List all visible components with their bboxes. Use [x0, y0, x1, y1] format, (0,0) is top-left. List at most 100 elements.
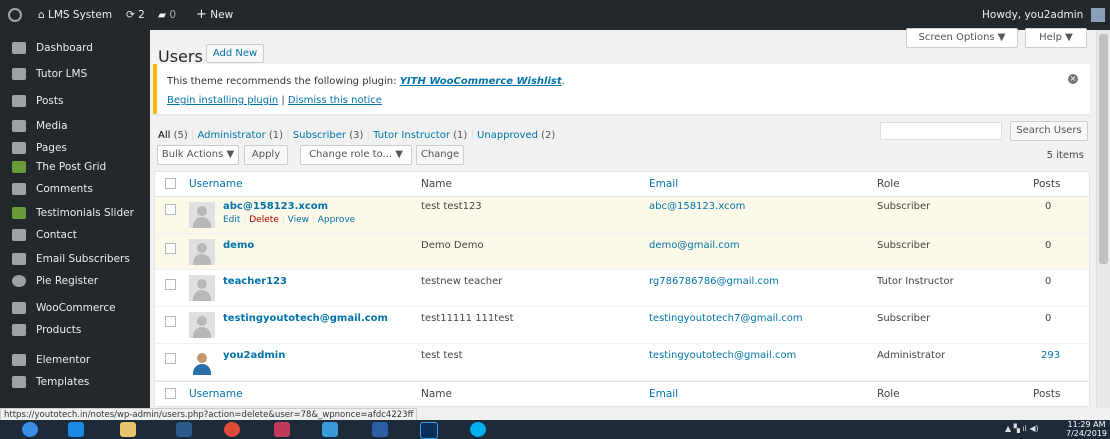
plus-icon: +: [196, 7, 207, 22]
media-player-icon[interactable]: [176, 422, 192, 437]
sidebar-item-tutor-lms[interactable]: Tutor LMS: [0, 62, 150, 86]
sidebar-item-pie-register[interactable]: Pie Register: [0, 269, 150, 293]
screen-options-button[interactable]: Screen Options ▼: [906, 28, 1018, 48]
filter-unapproved[interactable]: Unapproved (2): [477, 130, 555, 141]
user-email[interactable]: testingyoutotech7@gmail.com: [649, 313, 803, 324]
site-name-link[interactable]: ⌂ LMS System: [38, 0, 112, 30]
user-email[interactable]: rg786786786@gmail.com: [649, 276, 779, 287]
sidebar-item-comments[interactable]: Comments: [0, 177, 150, 201]
tutor-icon: [12, 68, 26, 80]
sidebar-item-testimonials-slider[interactable]: Testimonials Slider: [0, 201, 150, 225]
avatar: [189, 275, 215, 301]
start-icon[interactable]: [22, 422, 38, 437]
tray-icons[interactable]: ▲ ▚ ıl ◀): [1005, 424, 1039, 433]
username-link[interactable]: abc@158123.xcom: [223, 201, 328, 212]
user-name: test11111 111test: [421, 313, 514, 324]
skype-icon[interactable]: [470, 422, 486, 437]
close-icon[interactable]: ×: [1068, 74, 1078, 84]
column-email[interactable]: Email: [649, 178, 678, 190]
row-checkbox[interactable]: [165, 279, 176, 290]
new-content-link[interactable]: + New: [196, 0, 233, 30]
wordpress-logo-icon[interactable]: [8, 8, 22, 22]
photoshop-icon[interactable]: [420, 422, 438, 439]
wordpad-icon[interactable]: [372, 422, 388, 437]
user-name: Demo Demo: [421, 240, 484, 251]
row-checkbox[interactable]: [165, 316, 176, 327]
change-role-select[interactable]: Change role to... ▼: [300, 145, 412, 165]
clock[interactable]: 11:29 AM 7/24/2019: [1066, 420, 1107, 438]
column-name[interactable]: Name: [421, 178, 452, 190]
file-explorer-icon[interactable]: [120, 422, 136, 437]
sidebar-item-products[interactable]: Products: [0, 318, 150, 342]
scrollbar-thumb[interactable]: [1099, 34, 1108, 264]
filter-administrator[interactable]: Administrator (1): [198, 130, 284, 141]
comments-link[interactable]: ▰ 0: [158, 0, 176, 30]
select-all-checkbox[interactable]: [165, 178, 176, 189]
column-username[interactable]: Username: [189, 178, 243, 190]
user-posts: 0: [1045, 276, 1052, 287]
user-email[interactable]: testingyoutotech@gmail.com: [649, 350, 796, 361]
delete-link[interactable]: Delete: [249, 215, 279, 225]
avatar: [189, 349, 215, 375]
sidebar-item-woocommerce[interactable]: WooCommerce: [0, 296, 150, 320]
search-input[interactable]: [880, 122, 1002, 140]
row-checkbox[interactable]: [165, 204, 176, 215]
table-footer: Username Name Email Role Posts: [155, 381, 1089, 406]
user-email[interactable]: abc@158123.xcom: [649, 201, 745, 212]
search-users-button[interactable]: Search Users: [1010, 121, 1088, 141]
sidebar-item-dashboard[interactable]: Dashboard: [0, 36, 150, 60]
edit-link[interactable]: Edit: [223, 215, 240, 225]
sidebar-item-media[interactable]: Media: [0, 114, 150, 138]
apply-button[interactable]: Apply: [244, 145, 288, 165]
bulk-actions-select[interactable]: Bulk Actions ▼: [157, 145, 239, 165]
column-posts[interactable]: Posts: [1033, 178, 1060, 190]
change-button[interactable]: Change: [416, 145, 464, 165]
home-icon: ⌂: [38, 9, 45, 21]
sidebar-item-label: Testimonials Slider: [36, 207, 134, 219]
sidebar-item-email-subscribers[interactable]: Email Subscribers: [0, 247, 150, 271]
user-email[interactable]: demo@gmail.com: [649, 240, 740, 251]
sidebar-item-label: Tutor LMS: [36, 68, 88, 80]
filter-all[interactable]: All (5): [158, 130, 188, 141]
sidebar-item-posts[interactable]: Posts: [0, 89, 150, 113]
username-link[interactable]: you2admin: [223, 350, 285, 361]
sidebar-item-contact[interactable]: Contact: [0, 223, 150, 247]
username-link[interactable]: testingyoutotech@gmail.com: [223, 313, 388, 324]
page-scrollbar[interactable]: [1096, 30, 1110, 408]
sidebar-item-label: Media: [36, 120, 68, 132]
column-username[interactable]: Username: [189, 388, 243, 400]
add-new-button[interactable]: Add New: [206, 44, 264, 63]
select-all-checkbox[interactable]: [165, 388, 176, 399]
column-email[interactable]: Email: [649, 388, 678, 400]
username-link[interactable]: teacher123: [223, 276, 287, 287]
column-posts[interactable]: Posts: [1033, 388, 1060, 400]
approve-link[interactable]: Approve: [318, 215, 355, 225]
begin-install-link[interactable]: Begin installing plugin: [167, 95, 278, 106]
internet-explorer-icon[interactable]: [68, 422, 84, 437]
items-count: 5 items: [1046, 150, 1084, 161]
updates-link[interactable]: ⟳ 2: [126, 0, 145, 30]
filter-subscriber[interactable]: Subscriber (3): [293, 130, 364, 141]
table-header: Username Name Email Role Posts: [155, 172, 1089, 197]
dismiss-notice-link[interactable]: Dismiss this notice: [288, 95, 382, 106]
filter-tutor-instructor[interactable]: Tutor Instructor (1): [373, 130, 467, 141]
sidebar-item-templates[interactable]: Templates: [0, 370, 150, 394]
plugin-link[interactable]: YITH WooCommerce Wishlist: [400, 76, 562, 87]
my-account-link[interactable]: Howdy, you2admin: [982, 0, 1105, 30]
app-icon[interactable]: [322, 422, 338, 437]
view-link[interactable]: View: [288, 215, 309, 225]
user-posts[interactable]: 293: [1041, 350, 1060, 361]
chrome-icon[interactable]: [224, 422, 240, 437]
updates-count: 2: [138, 9, 145, 21]
sidebar-item-post-grid[interactable]: The Post Grid: [0, 155, 150, 179]
help-button[interactable]: Help ▼: [1025, 28, 1087, 48]
taskbar: ▲ ▚ ıl ◀) 11:29 AM 7/24/2019: [0, 420, 1110, 439]
row-checkbox[interactable]: [165, 353, 176, 364]
user-role: Tutor Instructor: [877, 276, 954, 287]
user-role-filters: All (5) | Administrator (1) | Subscriber…: [158, 130, 556, 141]
username-link[interactable]: demo: [223, 240, 254, 251]
snipping-tool-icon[interactable]: [274, 422, 290, 437]
row-checkbox[interactable]: [165, 243, 176, 254]
column-name[interactable]: Name: [421, 388, 452, 400]
sidebar-item-elementor[interactable]: Elementor: [0, 348, 150, 372]
